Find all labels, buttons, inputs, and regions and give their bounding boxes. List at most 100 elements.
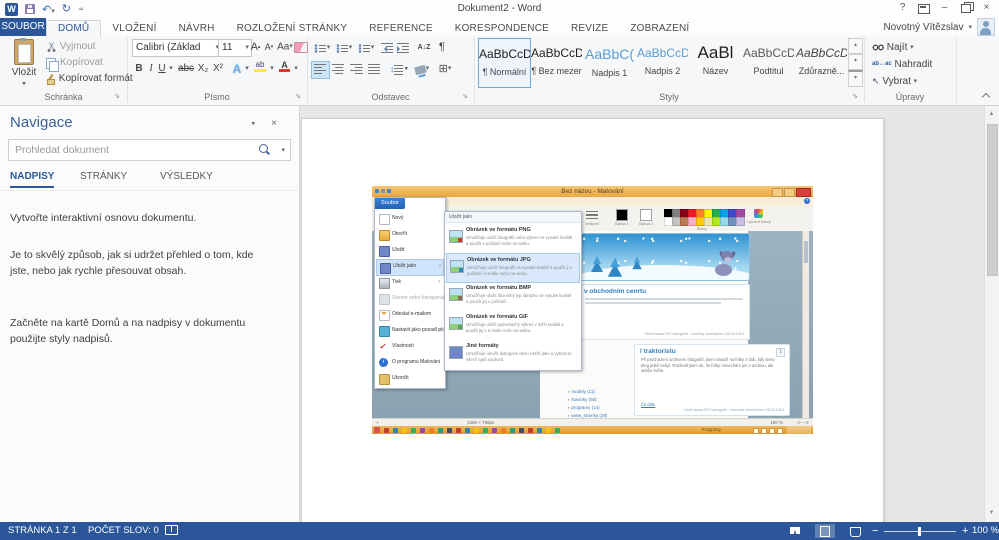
word-logo-icon[interactable]: W <box>5 3 18 16</box>
justify-button[interactable] <box>366 61 383 77</box>
style-heading2[interactable]: AaBbCcDNadpis 2 <box>637 38 688 86</box>
customize-qat-icon[interactable]: ≂ <box>78 5 84 13</box>
bold-button[interactable]: B <box>133 61 145 77</box>
redo-button[interactable]: ↻ <box>62 2 71 16</box>
print-layout-button[interactable] <box>815 524 835 538</box>
undo-button[interactable]: ↶▾ <box>42 0 55 18</box>
tab-view[interactable]: ZOBRAZENÍ <box>619 20 700 37</box>
shrink-font-button[interactable]: A▾ <box>263 39 275 55</box>
highlight-options-button[interactable]: ▾ <box>268 61 276 77</box>
change-case-button[interactable]: Aa▾ <box>277 39 293 55</box>
superscript-button[interactable]: X² <box>211 61 225 77</box>
document-page[interactable]: Bez názvu - Malování ? Velikost Barva 1 … <box>301 118 884 522</box>
search-input[interactable] <box>13 141 247 159</box>
zoom-out-button[interactable]: − <box>872 522 878 540</box>
search-options-caret-icon[interactable]: ▾ <box>281 146 285 154</box>
embedded-screenshot-image[interactable]: Bez názvu - Malování ? Velikost Barva 1 … <box>372 186 813 434</box>
zoom-in-button[interactable]: + <box>962 522 968 540</box>
underline-options-button[interactable]: ▾ <box>167 61 175 77</box>
scrollbar-thumb[interactable] <box>987 124 998 276</box>
paragraph-dialog-launcher-icon[interactable]: ⇘ <box>462 93 470 101</box>
tab-mailings[interactable]: KORESPONDENCE <box>444 20 560 37</box>
style-normal[interactable]: AaBbCcDc¶ Normální <box>478 38 531 88</box>
decrease-indent-button[interactable] <box>380 40 395 56</box>
zoom-slider[interactable] <box>884 531 956 532</box>
collapse-ribbon-button[interactable] <box>983 92 993 102</box>
sort-button[interactable] <box>416 40 432 56</box>
account-area[interactable]: Novotný Vítězslav ▾ <box>883 18 995 36</box>
style-title[interactable]: AaBlNázev <box>690 38 741 86</box>
line-spacing-button[interactable]: ↕▾ <box>388 61 410 77</box>
tab-design[interactable]: NÁVRH <box>168 20 226 37</box>
zoom-slider-thumb[interactable] <box>918 527 921 536</box>
scroll-up-button[interactable]: ▲ <box>985 107 998 122</box>
tab-pages[interactable]: STRÁNKY <box>80 171 127 186</box>
borders-button[interactable]: ⊞▾ <box>434 61 456 77</box>
style-heading1[interactable]: AaBbC(Nadpis 1 <box>584 38 635 86</box>
select-button[interactable]: ↖ Vybrat ▾ <box>872 74 917 89</box>
font-size-combobox[interactable]: 11▾ <box>218 39 252 57</box>
close-pane-button[interactable]: × <box>271 118 277 129</box>
find-button[interactable]: Najít ▾ <box>872 40 914 55</box>
show-hide-paragraph-button[interactable]: ¶ <box>436 39 448 55</box>
paste-button[interactable]: Vložit ▾ <box>4 38 44 91</box>
tab-home[interactable]: DOMŮ <box>46 20 101 37</box>
tab-references[interactable]: REFERENCE <box>358 20 443 37</box>
tab-review[interactable]: REVIZE <box>560 20 619 37</box>
font-dialog-launcher-icon[interactable]: ⇘ <box>295 93 303 101</box>
format-painter-button[interactable]: Kopírovat formát <box>46 72 133 86</box>
replace-button[interactable]: Nahradit <box>872 57 932 72</box>
zoom-level[interactable]: 100 % <box>972 522 999 540</box>
grow-font-button[interactable]: A▴ <box>249 39 262 55</box>
font-color-button[interactable]: A <box>278 61 291 77</box>
page-indicator[interactable]: STRÁNKA 1 Z 1 <box>8 522 77 540</box>
clear-formatting-button[interactable] <box>294 40 308 56</box>
increase-indent-button[interactable] <box>396 40 411 56</box>
styles-dialog-launcher-icon[interactable]: ⇘ <box>852 93 860 101</box>
styles-scroll-down-button[interactable]: ▾ <box>848 54 863 70</box>
proofing-status-icon[interactable] <box>165 522 178 540</box>
ribbon-display-options-button[interactable] <box>915 0 932 16</box>
style-no-spacing[interactable]: AaBbCcDc¶ Bez mezer <box>531 38 582 86</box>
styles-scroll-up-button[interactable]: ▴ <box>848 38 863 54</box>
tab-file[interactable]: SOUBOR <box>0 18 46 36</box>
search-icon[interactable] <box>259 144 268 153</box>
read-mode-button[interactable] <box>785 524 805 538</box>
tab-headings[interactable]: NADPISY <box>10 171 54 188</box>
shading-button[interactable]: ▾ <box>412 61 432 77</box>
strikethrough-button[interactable]: abc <box>177 61 195 77</box>
document-search-box[interactable]: ▾ <box>8 139 291 161</box>
clipboard-dialog-launcher-icon[interactable]: ⇘ <box>114 93 122 101</box>
subscript-button[interactable]: X₂ <box>196 61 210 77</box>
align-center-button[interactable] <box>330 61 347 77</box>
pane-options-button[interactable]: ▾ <box>251 118 255 129</box>
tab-page-layout[interactable]: ROZLOŽENÍ STRÁNKY <box>226 20 359 37</box>
copy-button[interactable]: Kopírovat <box>46 56 103 70</box>
cut-button[interactable]: Vyjmout <box>46 40 96 54</box>
italic-button[interactable]: I <box>146 61 156 77</box>
save-icon[interactable] <box>25 4 35 14</box>
minimize-button[interactable]: – <box>936 0 953 16</box>
style-subtitle[interactable]: AaBbCcDPodtitul <box>743 38 794 86</box>
document-scrollbar[interactable]: ▲ ▼ <box>984 106 999 522</box>
tab-results[interactable]: VÝSLEDKY <box>160 171 213 186</box>
underline-button[interactable]: U <box>157 61 167 77</box>
text-effects-button[interactable]: A <box>231 61 243 77</box>
style-emphasis[interactable]: AaBbCcDcZdůrazně... <box>796 38 847 86</box>
avatar[interactable] <box>977 18 995 36</box>
scroll-down-button[interactable]: ▼ <box>985 506 998 521</box>
font-name-combobox[interactable]: Calibri (Základ▾ <box>132 39 222 57</box>
font-color-options-button[interactable]: ▾ <box>292 61 300 77</box>
align-left-button[interactable] <box>311 61 330 79</box>
tab-insert[interactable]: VLOŽENÍ <box>101 20 167 37</box>
word-count[interactable]: POČET SLOV: 0 <box>88 522 159 540</box>
bullets-button[interactable]: ▾ <box>312 40 332 56</box>
styles-more-button[interactable]: ▾ <box>848 70 863 87</box>
numbering-button[interactable]: ▾ <box>334 40 354 56</box>
web-layout-button[interactable] <box>845 524 865 538</box>
close-button[interactable]: × <box>978 0 995 16</box>
text-effects-options-button[interactable]: ▾ <box>243 61 251 77</box>
highlight-button[interactable]: ab <box>253 61 267 77</box>
align-right-button[interactable] <box>348 61 365 77</box>
multilevel-list-button[interactable]: ▾ <box>356 40 376 56</box>
